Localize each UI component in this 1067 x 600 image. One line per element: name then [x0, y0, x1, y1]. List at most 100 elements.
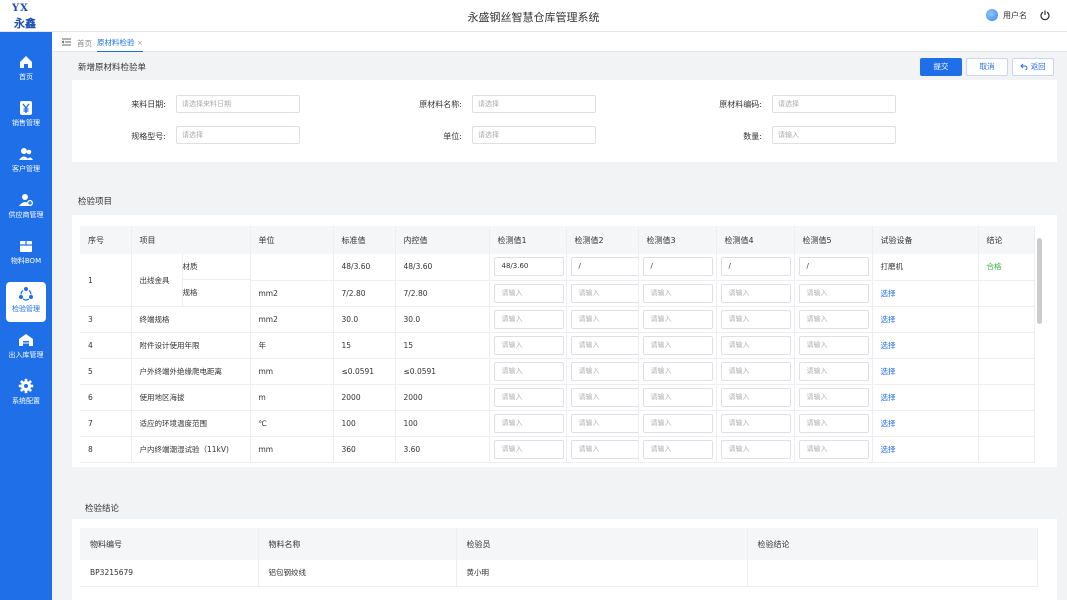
col-header: 项目: [131, 226, 251, 254]
standard-value-cell: 360: [333, 436, 396, 463]
measurement-1-input[interactable]: 48/3.60: [493, 257, 564, 277]
sidebar-item-inspection[interactable]: 检验管理: [6, 282, 46, 322]
measurement-4-input[interactable]: 请输入: [720, 362, 791, 381]
measurement-4-input[interactable]: 请输入: [720, 283, 791, 303]
menu-collapse-icon[interactable]: [62, 38, 71, 46]
standard-value-cell: 30.0: [333, 306, 396, 333]
spec-model-select[interactable]: 请选择: [176, 126, 300, 144]
sidebar-item-bom[interactable]: 物料BOM: [6, 234, 46, 274]
select-device-link[interactable]: 选择: [881, 393, 896, 402]
close-icon[interactable]: ×: [137, 39, 143, 47]
measurement-cell: 请输入: [638, 436, 717, 463]
col-header: 序号: [80, 226, 132, 254]
sidebar-item-sales[interactable]: 销售管理: [6, 96, 46, 136]
sidebar-item-customers[interactable]: 客户管理: [6, 142, 46, 182]
arrival-date-input[interactable]: 请选择来料日期: [176, 95, 300, 113]
measurement-1-input[interactable]: 请输入: [493, 362, 564, 381]
table-row: BP3215679 铝包钢绞线 黄小明: [80, 560, 1038, 587]
measurement-5-input[interactable]: /: [798, 257, 869, 277]
result-cell: [978, 436, 1035, 463]
measurement-3-input[interactable]: /: [642, 257, 713, 277]
col-header: 内控值: [395, 226, 490, 254]
measurement-3-input[interactable]: 请输入: [642, 388, 713, 407]
material-code-select[interactable]: 请选择: [772, 95, 896, 113]
measurement-1-input[interactable]: 请输入: [493, 283, 564, 303]
unit-select[interactable]: 请选择: [472, 126, 596, 144]
control-value-cell: ≤0.0591: [395, 358, 490, 385]
measurement-1-input[interactable]: 请输入: [493, 414, 564, 433]
measurement-4-input[interactable]: 请输入: [720, 336, 791, 355]
measurement-5-input[interactable]: 请输入: [798, 310, 869, 329]
warehouse-icon: [19, 334, 33, 346]
measurement-3-input[interactable]: 请输入: [642, 440, 713, 459]
cancel-button[interactable]: 取消: [966, 58, 1008, 76]
select-device-link[interactable]: 选择: [881, 445, 896, 454]
tab-material-inspection[interactable]: 原材料检验 ×: [97, 37, 143, 52]
measurement-4-input[interactable]: /: [720, 257, 791, 277]
measurement-3-input[interactable]: 请输入: [642, 336, 713, 355]
measurement-5-input[interactable]: 请输入: [798, 440, 869, 459]
control-value-cell: 15: [395, 332, 490, 359]
col-header: 试验设备: [872, 226, 979, 254]
measurement-4-input[interactable]: 请输入: [720, 388, 791, 407]
measurement-5-input[interactable]: 请输入: [798, 414, 869, 433]
measurement-3-input[interactable]: 请输入: [642, 283, 713, 303]
device-cell: 打磨机: [872, 254, 979, 281]
measurement-5-input[interactable]: 请输入: [798, 388, 869, 407]
back-button[interactable]: 返回: [1012, 58, 1054, 76]
quantity-input[interactable]: 请输入: [772, 126, 896, 144]
device-cell: 选择: [872, 384, 979, 411]
item-cell: 附件设计使用年限: [131, 332, 251, 359]
sidebar-item-settings[interactable]: 系统配置: [6, 374, 46, 414]
sidebar-item-label: 销售管理: [12, 119, 40, 127]
col-header: 检测值5: [794, 226, 873, 254]
measurement-4-input[interactable]: 请输入: [720, 440, 791, 459]
measurement-cell: 请输入: [566, 280, 639, 308]
sidebar-item-label: 客户管理: [12, 165, 40, 173]
table-row: 4 附件设计使用年限年 15 15 请输入 请输入 请输入 请输入 请输入 选择: [80, 332, 1035, 359]
standard-value-cell: 100: [333, 410, 396, 437]
measurement-2-input[interactable]: 请输入: [570, 388, 637, 407]
table-row: 1 出线金具 材质 规格 48/3.60 48/3.60 48/3.60// / / 打磨机 合格: [80, 254, 1035, 307]
breadcrumb-home[interactable]: 首页: [77, 38, 92, 49]
select-device-link[interactable]: 选择: [881, 289, 896, 298]
measurement-cell: 请输入: [489, 332, 567, 359]
measurement-3-input[interactable]: 请输入: [642, 362, 713, 381]
sidebar-item-warehouse[interactable]: 出入库管理: [6, 328, 46, 368]
table-scrollbar[interactable]: [1037, 238, 1042, 324]
measurement-3-input[interactable]: 请输入: [642, 310, 713, 329]
material-name-select[interactable]: 请选择: [472, 95, 596, 113]
measurement-1-input[interactable]: 请输入: [493, 440, 564, 459]
user-menu[interactable]: 用户名: [986, 9, 1027, 21]
measurement-1-input[interactable]: 请输入: [493, 336, 564, 355]
unit-cell: mm2: [250, 280, 334, 308]
select-device-link[interactable]: 选择: [881, 367, 896, 376]
sidebar-item-suppliers[interactable]: 供应商管理: [6, 188, 46, 228]
table-row: 5 户外终端外绝缘爬电距离 mm ≤0.0591 ≤0.0591 请输入 请输入 请输入 请输入…: [80, 358, 1035, 385]
sidebar-item-home[interactable]: 首页: [6, 50, 46, 90]
measurement-2-input[interactable]: /: [570, 257, 637, 277]
measurement-4-input[interactable]: 请输入: [720, 310, 791, 329]
measurement-5-input[interactable]: 请输入: [798, 336, 869, 355]
submit-button[interactable]: 提交: [920, 58, 962, 76]
measurement-5-input[interactable]: 请输入: [798, 362, 869, 381]
measurement-2-input[interactable]: 请输入: [570, 336, 637, 355]
select-device-link[interactable]: 选择: [881, 419, 896, 428]
measurement-3-input[interactable]: 请输入: [642, 414, 713, 433]
measurement-2-input[interactable]: 请输入: [570, 362, 637, 381]
measurement-5-input[interactable]: 请输入: [798, 283, 869, 303]
select-device-link[interactable]: 选择: [881, 341, 896, 350]
measurement-4-input[interactable]: 请输入: [720, 414, 791, 433]
measurement-2-input[interactable]: 请输入: [570, 440, 637, 459]
measurement-2-input[interactable]: 请输入: [570, 283, 637, 303]
sidebar-item-label: 物料BOM: [10, 257, 42, 265]
field-label: 规格型号:: [131, 132, 166, 141]
basic-info-card: [72, 80, 1057, 162]
measurement-1-input[interactable]: 请输入: [493, 388, 564, 407]
measurement-2-input[interactable]: 请输入: [570, 310, 637, 329]
power-icon[interactable]: [1039, 9, 1051, 21]
select-device-link[interactable]: 选择: [881, 315, 896, 324]
measurement-2-input[interactable]: 请输入: [570, 414, 637, 433]
table-header-row: 物料编号 物料名称 检验员 检验结论: [80, 528, 1038, 560]
measurement-1-input[interactable]: 请输入: [493, 310, 564, 329]
